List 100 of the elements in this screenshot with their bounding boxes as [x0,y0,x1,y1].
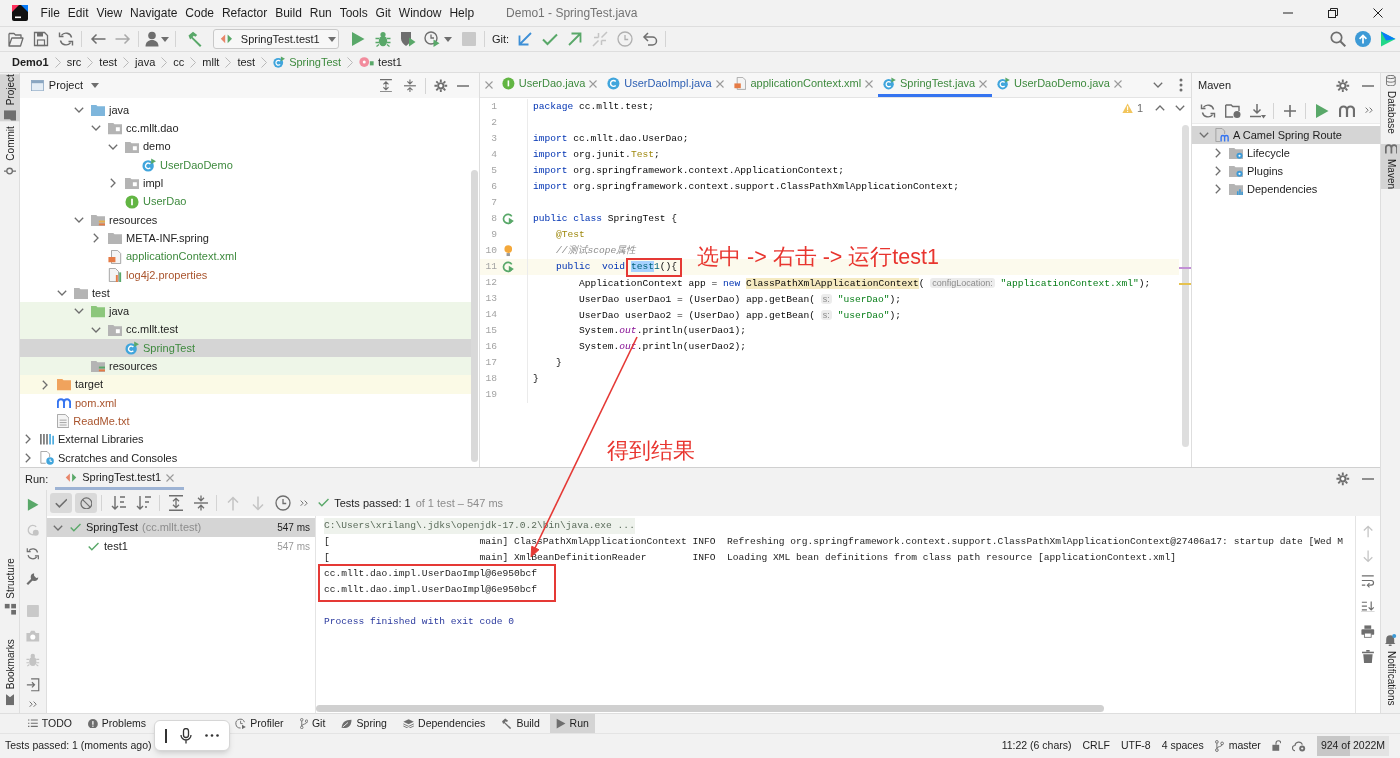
breadcrumb-item[interactable]: java [135,53,156,71]
check-icon[interactable] [541,32,558,46]
refresh-icon[interactable] [26,547,40,562]
trash-icon[interactable] [1362,649,1374,664]
settings-icon[interactable] [1336,78,1350,93]
tree-item[interactable]: pom.xml [20,393,471,413]
menu-item[interactable]: View [96,5,123,21]
menu-item[interactable]: Tools [339,5,368,21]
chevron-down-icon[interactable] [108,143,118,150]
save-icon[interactable] [32,31,49,47]
chevron-right-icon[interactable] [1215,166,1221,176]
run-icon[interactable] [350,31,365,47]
person-icon[interactable] [145,31,159,47]
view-selector[interactable]: Project [48,77,100,94]
clock-icon[interactable] [274,495,291,511]
editor-tab[interactable]: SpringTest.java [878,73,993,97]
undo-icon[interactable] [641,32,658,46]
breadcrumb-item[interactable]: SpringTest [273,53,342,71]
chevron-down-icon[interactable] [1153,82,1163,88]
menu-item[interactable]: Edit [67,5,89,21]
run-configuration-dropdown[interactable]: SpringTest.test1 [213,29,339,49]
breadcrumb-item[interactable]: mllt [202,53,220,71]
hammer-icon[interactable] [186,31,203,47]
menu-item[interactable]: Code [185,5,215,21]
shield-run-icon[interactable] [399,31,416,47]
tool-window-button[interactable]: Notifications [1381,633,1400,705]
chevron-down-icon[interactable] [74,308,84,315]
tree-item[interactable]: META-INF.spring [20,229,471,248]
minimize-icon[interactable] [1362,84,1374,87]
minimize-window-icon[interactable] [1282,12,1293,14]
test-tree-item[interactable]: SpringTest (cc.mllt.test) 547 ms [47,518,315,537]
test-tree-item[interactable]: test1 547 ms [47,537,315,556]
tree-item[interactable]: impl [20,174,471,193]
caret-position[interactable]: 11:22 (6 chars) [1001,738,1072,754]
tree-item[interactable]: applicationContext.xml [20,247,471,266]
chevron-down-icon[interactable] [74,216,84,223]
tool-window-button[interactable]: Problems [81,714,153,733]
menu-item[interactable]: Help [449,5,475,21]
chevron-down-icon[interactable] [91,125,101,132]
git-branch-button[interactable]: master [1214,738,1261,754]
tree-item[interactable]: java [20,101,471,120]
maven-icon[interactable] [1338,104,1355,117]
tool-window-button[interactable]: Maven [1381,144,1400,189]
breadcrumb-item[interactable]: test [237,53,256,71]
cloud-gear-icon[interactable] [1292,740,1306,752]
restore-window-icon[interactable] [1327,8,1338,18]
chevron-down-icon[interactable] [74,107,84,114]
collapse-all-icon[interactable] [404,78,416,93]
tool-window-button[interactable]: Commit [0,126,20,177]
breadcrumb-item[interactable]: test1 [359,53,402,71]
chevron-right-icon[interactable] [1215,148,1221,158]
expand-all-icon[interactable] [380,78,392,93]
triangle-logo-icon[interactable] [1379,31,1396,47]
double-chevron-icon[interactable] [1365,107,1373,114]
double-chevron-icon[interactable] [29,700,37,708]
tree-item[interactable]: Dependencies [1192,180,1380,198]
tree-item[interactable]: ReadMe.txt [20,412,471,431]
soft-wrap-icon[interactable] [1361,575,1375,588]
arrow-into-box-icon[interactable] [26,677,40,692]
indent-setting[interactable]: 4 spaces [1161,738,1204,754]
close-icon[interactable] [1372,8,1383,18]
tree-item[interactable]: UserDaoDemo [20,155,471,175]
editor-tab[interactable]: UserDaoImpl.java [602,73,729,97]
lightbulb-icon[interactable] [503,245,513,257]
arrow-down-left-icon[interactable] [517,32,532,46]
padlock-icon[interactable] [1271,740,1282,752]
tool-window-button[interactable]: Build [495,714,546,733]
tool-window-button[interactable]: TODO [22,714,78,733]
more-vertical-icon[interactable] [1179,78,1183,92]
chevron-down-icon[interactable] [1199,132,1209,138]
arrow-up-circle-icon[interactable] [1354,31,1371,47]
printer-icon[interactable] [1361,625,1375,638]
tool-window-button[interactable]: Spring [335,714,393,733]
app-logo-icon[interactable] [12,5,28,21]
plus-icon[interactable] [1283,104,1296,117]
stripe-marker-icon[interactable] [1179,267,1191,269]
refresh-icon[interactable] [1199,102,1216,119]
tool-window-button[interactable]: Structure [0,558,20,615]
tool-window-button[interactable]: Bookmarks [0,638,20,705]
sort-icon[interactable] [110,495,127,511]
menu-item[interactable]: Navigate [130,5,178,21]
run-icon[interactable] [27,498,39,513]
menu-item[interactable]: File [40,5,60,21]
breadcrumb-item[interactable]: Demo1 [12,53,49,71]
tree-item[interactable]: Lifecycle [1192,144,1380,162]
menu-item[interactable]: Window [398,5,442,21]
tree-item[interactable]: demo [20,137,471,156]
settings-icon[interactable] [434,78,448,93]
run-test-icon[interactable] [502,213,514,225]
text-cursor-icon[interactable] [165,728,168,743]
tree-item[interactable]: External Libraries [20,430,471,449]
scrollbar[interactable] [471,170,478,462]
tool-window-button[interactable]: Project [0,74,20,122]
clock-run-icon[interactable] [424,31,440,47]
tree-item[interactable]: resources [20,210,471,230]
chevron-right-icon[interactable] [25,452,31,463]
search-icon[interactable] [1329,31,1346,47]
scrollbar[interactable] [1182,125,1189,447]
menu-item[interactable]: Refactor [221,5,268,21]
tree-item[interactable]: target [20,375,471,394]
